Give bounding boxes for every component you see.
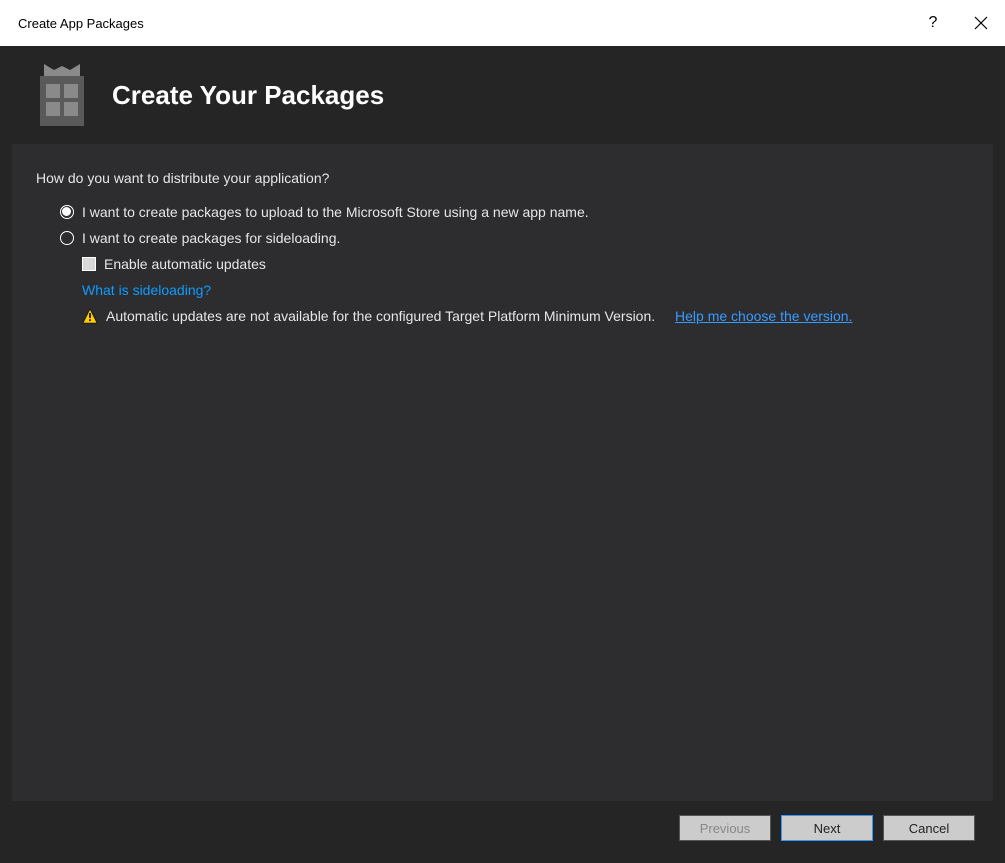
radio-option-sideload[interactable]: I want to create packages for sideloadin… [60,230,969,246]
sideload-sub-options: Enable automatic updates [60,256,969,272]
titlebar-controls: ? [909,0,1005,46]
radio-group: I want to create packages to upload to t… [36,204,969,324]
radio-icon [60,205,74,219]
checkbox-icon [82,257,96,271]
radio-label-store: I want to create packages to upload to t… [82,204,589,220]
sideloading-link-row: What is sideloading? [60,282,969,298]
warning-text: Automatic updates are not available for … [106,308,655,324]
bottom-spacer [0,857,1005,863]
next-button[interactable]: Next [781,815,873,841]
page-heading: Create Your Packages [112,80,384,111]
previous-button: Previous [679,815,771,841]
warning-row: Automatic updates are not available for … [60,308,969,324]
checkbox-label: Enable automatic updates [104,256,266,272]
what-is-sideloading-link[interactable]: What is sideloading? [82,282,211,298]
window-title: Create App Packages [18,16,144,31]
titlebar: Create App Packages ? [0,0,1005,46]
cancel-button[interactable]: Cancel [883,815,975,841]
radio-icon [60,231,74,245]
help-choose-version-link[interactable]: Help me choose the version. [675,308,852,324]
footer: Previous Next Cancel [0,801,1005,857]
help-button[interactable]: ? [909,0,957,46]
close-icon [974,16,988,30]
radio-label-sideload: I want to create packages for sideloadin… [82,230,340,246]
header-section: Create Your Packages [0,46,1005,144]
enable-updates-checkbox[interactable]: Enable automatic updates [82,256,969,272]
radio-option-store[interactable]: I want to create packages to upload to t… [60,204,969,220]
distribution-question: How do you want to distribute your appli… [36,170,969,186]
package-icon [34,64,90,126]
content-area: How do you want to distribute your appli… [12,144,993,801]
warning-icon [82,308,98,324]
help-icon: ? [929,14,938,32]
close-button[interactable] [957,0,1005,46]
